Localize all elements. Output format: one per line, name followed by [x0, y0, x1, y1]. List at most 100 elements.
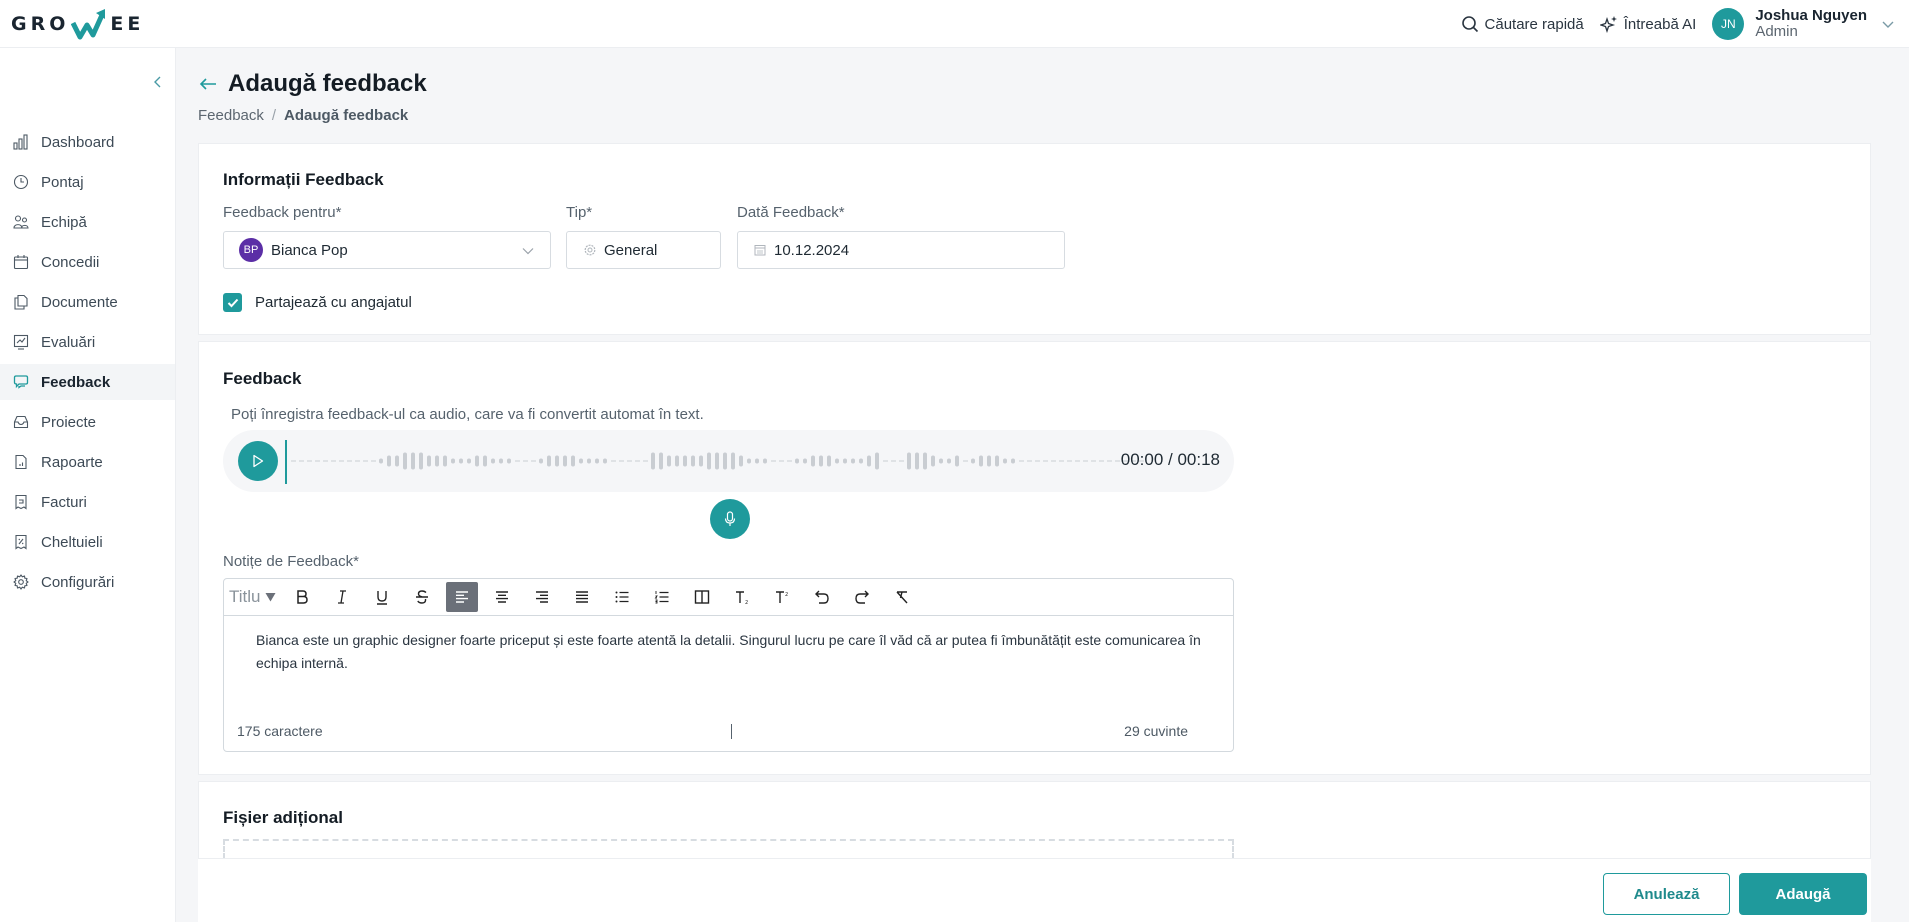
bullet-list-button[interactable]: [606, 582, 638, 612]
subscript-button[interactable]: 2: [726, 582, 758, 612]
audio-waveform[interactable]: [289, 443, 1169, 479]
waveform-dash: [1059, 460, 1064, 462]
waveform-dash: [883, 460, 888, 462]
waveform-bar: [987, 455, 991, 467]
sidebar-item-configurari[interactable]: Configurări: [0, 564, 175, 600]
waveform-bar: [507, 458, 511, 464]
back-arrow-icon[interactable]: [198, 77, 218, 91]
employee-avatar: BP: [239, 238, 263, 262]
chevron-down-icon: [522, 248, 534, 255]
sidebar-item-evaluari[interactable]: Evaluări: [0, 324, 175, 360]
quick-search-button[interactable]: Căutare rapidă: [1461, 15, 1584, 33]
add-button[interactable]: Adaugă: [1739, 873, 1867, 915]
superscript-button[interactable]: 2: [766, 582, 798, 612]
char-count: 175 caractere: [237, 723, 323, 739]
superscript-icon: 2: [775, 591, 788, 603]
waveform-bar: [867, 455, 871, 467]
editor-footer: 175 caractere 29 cuvinte: [224, 714, 1233, 748]
redo-button[interactable]: [846, 582, 878, 612]
share-with-employee-label[interactable]: Partajează cu angajatul: [255, 294, 412, 311]
audio-hint: Poți înregistra feedback-ul ca audio, ca…: [231, 406, 704, 423]
waveform-bar: [403, 452, 407, 470]
align-justify-icon: [575, 591, 588, 603]
columns-icon: [694, 590, 709, 604]
waveform-bar: [475, 455, 479, 467]
sidebar-item-dashboard[interactable]: Dashboard: [0, 124, 175, 160]
sidebar-item-pontaj[interactable]: Pontaj: [0, 164, 175, 200]
waveform-bar: [731, 452, 735, 470]
waveform-bar: [747, 458, 751, 464]
user-avatar[interactable]: JN: [1712, 8, 1745, 40]
date-input[interactable]: 10.12.2024: [737, 231, 1065, 269]
waveform-dash: [1075, 460, 1080, 462]
waveform-dash: [891, 460, 896, 462]
italic-button[interactable]: [326, 582, 358, 612]
svg-text:2: 2: [745, 600, 748, 605]
waveform-bar: [995, 455, 999, 467]
expense-icon: [15, 534, 27, 550]
play-icon: [253, 454, 264, 468]
notes-textarea[interactable]: Bianca este un graphic designer foarte p…: [224, 616, 1233, 714]
user-info[interactable]: Joshua Nguyen Admin: [1755, 8, 1867, 40]
sidebar-item-echipa[interactable]: Echipă: [0, 204, 175, 240]
feedback-for-select[interactable]: BP Bianca Pop: [223, 231, 551, 269]
sidebar-item-cheltuieli[interactable]: Cheltuieli: [0, 524, 175, 560]
gear-icon: [13, 574, 29, 590]
audio-playhead[interactable]: [285, 440, 287, 484]
numbered-list-button[interactable]: [646, 582, 678, 612]
align-center-icon: [495, 591, 508, 603]
table-button[interactable]: [686, 582, 718, 612]
user-name: Joshua Nguyen: [1755, 7, 1867, 24]
cancel-button[interactable]: Anulează: [1603, 873, 1730, 915]
align-center-button[interactable]: [486, 582, 518, 612]
collapse-sidebar-icon[interactable]: [152, 74, 164, 90]
feedback-card: Feedback Poți înregistra feedback-ul ca …: [198, 341, 1871, 775]
sidebar-item-feedback[interactable]: Feedback: [0, 364, 175, 400]
align-justify-button[interactable]: [566, 582, 598, 612]
waveform-bar: [555, 455, 559, 467]
scrollbar-track[interactable]: [1880, 48, 1909, 922]
page-header: Adaugă feedback Feedback / Adaugă feedback: [198, 70, 427, 124]
logo-arrow-icon: [71, 9, 106, 40]
waveform-bar: [971, 458, 975, 464]
waveform-bar: [667, 455, 671, 467]
waveform-bar: [835, 458, 839, 464]
bold-button[interactable]: [286, 582, 318, 612]
form-actions-bar: Anulează Adaugă: [198, 858, 1871, 922]
type-select[interactable]: General: [566, 231, 721, 269]
waveform-dash: [787, 460, 792, 462]
waveform-bar: [483, 455, 487, 467]
chevron-down-icon[interactable]: [1881, 19, 1895, 29]
play-button[interactable]: [238, 441, 278, 481]
type-label: Tip*: [566, 204, 593, 221]
feedback-info-card: Informații Feedback Feedback pentru* BP …: [198, 143, 1871, 335]
clear-format-button[interactable]: [886, 582, 918, 612]
sidebar-item-concedii[interactable]: Concedii: [0, 244, 175, 280]
file-dropzone[interactable]: [223, 839, 1234, 859]
strikethrough-button[interactable]: [406, 582, 438, 612]
align-right-button[interactable]: [526, 582, 558, 612]
sidebar-item-label: Rapoarte: [41, 453, 103, 471]
breadcrumb-link-feedback[interactable]: Feedback: [198, 107, 264, 124]
ask-ai-button[interactable]: Întreabă AI: [1599, 15, 1696, 33]
sidebar-item-rapoarte[interactable]: Rapoarte: [0, 444, 175, 480]
section-title-info: Informații Feedback: [223, 170, 384, 189]
waveform-bar: [651, 452, 655, 470]
record-button[interactable]: [710, 499, 750, 539]
audio-time: 00:00 / 00:18: [1120, 450, 1220, 469]
waveform-bar: [443, 455, 447, 467]
clear-format-icon: [895, 591, 908, 604]
sidebar-item-proiecte[interactable]: Proiecte: [0, 404, 175, 440]
sidebar-item-label: Feedback: [41, 373, 111, 391]
sidebar-item-documente[interactable]: Documente: [0, 284, 175, 320]
logo[interactable]: GRO EE: [11, 6, 144, 42]
underline-button[interactable]: [366, 582, 398, 612]
align-left-button[interactable]: [445, 582, 478, 612]
waveform-dash: [1099, 460, 1104, 462]
share-with-employee-checkbox[interactable]: [223, 293, 242, 312]
undo-button[interactable]: [806, 582, 838, 612]
waveform-bar: [699, 455, 703, 467]
waveform-bar: [811, 455, 815, 467]
sidebar-item-facturi[interactable]: Facturi: [0, 484, 175, 520]
heading-select[interactable]: Titlu: [229, 587, 276, 607]
